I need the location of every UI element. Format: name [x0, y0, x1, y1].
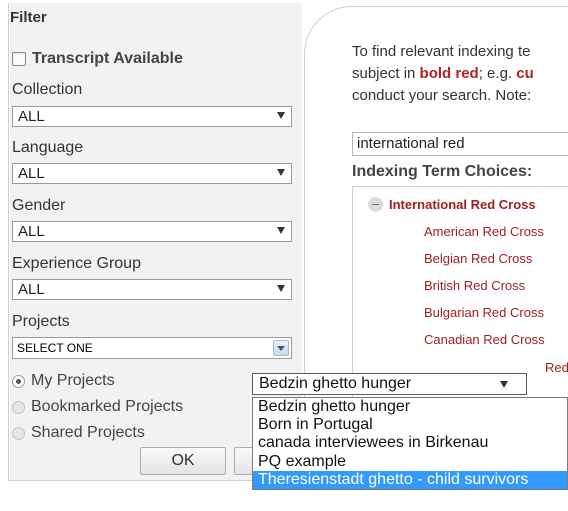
chevron-down-icon [500, 381, 508, 388]
radio-button[interactable] [12, 426, 25, 440]
secondary-button[interactable] [234, 447, 254, 475]
projects-select-value: SELECT ONE [17, 341, 93, 355]
experience-group-label: Experience Group [12, 255, 141, 272]
language-select-value: ALL [18, 165, 45, 182]
radio-label: My Projects [31, 372, 115, 389]
tree-root-item[interactable]: International Red Cross [368, 197, 536, 212]
project-dropdown-value: Bedzin ghetto hunger [259, 375, 412, 392]
chevron-down-icon [277, 227, 285, 234]
chevron-down-icon[interactable] [273, 340, 289, 356]
dropdown-option[interactable]: Bedzin ghetto hunger [253, 398, 567, 416]
collapse-icon[interactable] [368, 197, 383, 212]
radio-button[interactable] [12, 400, 25, 414]
language-label: Language [12, 139, 84, 156]
chevron-down-icon [277, 285, 285, 292]
radio-shared-projects[interactable]: Shared Projects [12, 424, 145, 442]
tree-root-label: International Red Cross [389, 197, 536, 212]
ok-button[interactable]: OK [140, 447, 226, 475]
collection-label: Collection [12, 81, 83, 98]
chevron-down-icon [277, 169, 285, 176]
dropdown-option[interactable]: PQ example [253, 453, 567, 471]
projects-select[interactable]: SELECT ONE [12, 337, 292, 359]
indexing-term-choices-heading: Indexing Term Choices: [352, 163, 533, 180]
tree-item[interactable]: Belgian Red Cross [424, 251, 532, 266]
experience-group-select-value: ALL [18, 281, 45, 298]
instructions-line-2: subject in bold red; e.g. cu [352, 65, 534, 82]
language-select[interactable]: ALL [12, 163, 292, 184]
projects-label: Projects [12, 313, 70, 330]
gender-select-value: ALL [18, 223, 45, 240]
project-dropdown-select[interactable]: Bedzin ghetto hunger [252, 373, 527, 395]
project-dropdown-list: Bedzin ghetto hunger Born in Portugal ca… [252, 397, 568, 490]
dropdown-option[interactable]: Born in Portugal [253, 416, 567, 434]
experience-group-select[interactable]: ALL [12, 279, 292, 300]
transcript-available-label: Transcript Available [32, 50, 183, 67]
tree-item[interactable]: British Red Cross [424, 278, 525, 293]
tree-item[interactable]: Bulgarian Red Cross [424, 305, 544, 320]
gender-select[interactable]: ALL [12, 221, 292, 242]
radio-label: Shared Projects [31, 424, 145, 441]
transcript-available-checkbox[interactable] [12, 52, 26, 66]
search-input[interactable]: international red [352, 132, 568, 156]
tree-item[interactable]: American Red Cross [424, 224, 544, 239]
instructions-text: To find relevant indexing te subject in … [352, 41, 568, 107]
transcript-available-row[interactable]: Transcript Available [12, 50, 183, 68]
radio-bookmarked-projects[interactable]: Bookmarked Projects [12, 398, 183, 416]
chevron-down-icon [277, 112, 285, 119]
dropdown-option-highlighted[interactable]: Theresienstadt ghetto - child survivors [253, 470, 567, 489]
gender-label: Gender [12, 197, 66, 214]
instructions-line-3: conduct your search. Note: [352, 87, 532, 104]
radio-label: Bookmarked Projects [31, 398, 184, 415]
collection-select[interactable]: ALL [12, 106, 292, 127]
dropdown-option[interactable]: canada interviewees in Birkenau [253, 434, 567, 452]
filter-title: Filter [10, 9, 47, 26]
radio-my-projects[interactable]: My Projects [12, 372, 115, 390]
radio-button[interactable] [12, 374, 25, 388]
tree-item[interactable]: Canadian Red Cross [424, 332, 545, 347]
instructions-line-1: To find relevant indexing te [352, 43, 531, 60]
tree-item-partial[interactable]: Red [545, 360, 568, 375]
collection-select-value: ALL [18, 108, 45, 125]
